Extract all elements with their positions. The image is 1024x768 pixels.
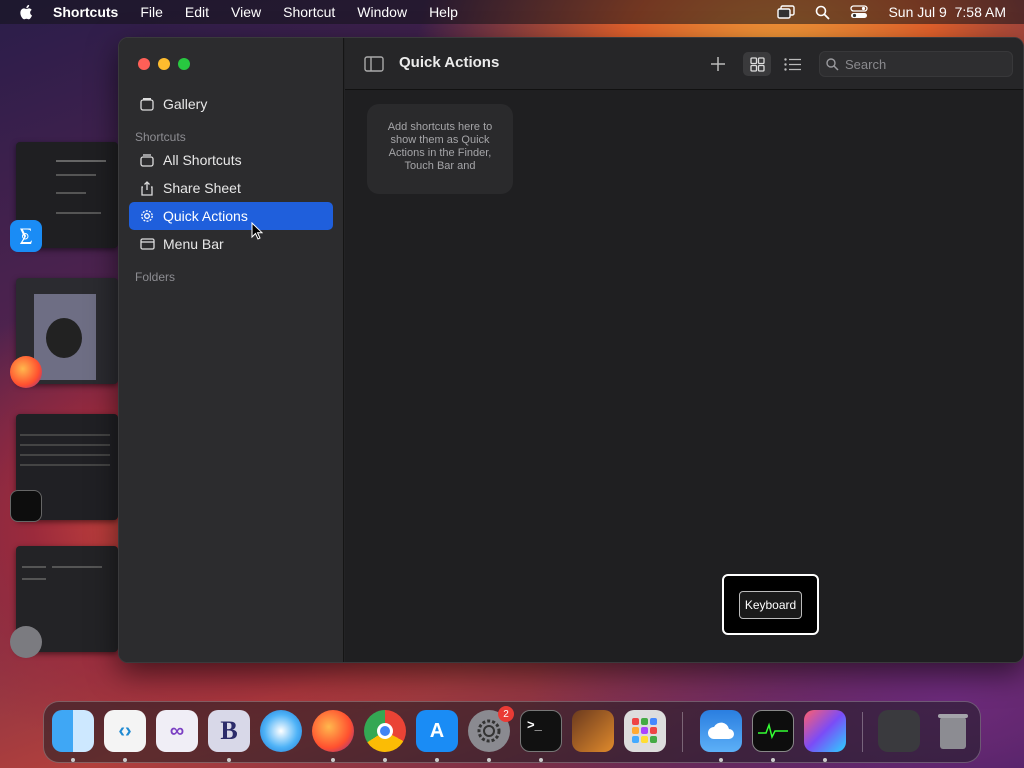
dock-garageband-icon[interactable] <box>572 710 614 752</box>
apple-menu-icon[interactable] <box>18 3 36 21</box>
system-settings-stage-icon[interactable] <box>10 626 42 658</box>
running-indicator <box>227 758 231 762</box>
dock-system-settings-icon[interactable]: 2 <box>468 706 514 752</box>
screen-mirroring-icon[interactable] <box>777 5 796 19</box>
mouse-cursor-icon <box>251 222 263 240</box>
app-store-stage-icon[interactable]: ⨊ <box>10 220 42 252</box>
gear-icon <box>477 719 501 743</box>
keyboard-hint-label: Keyboard <box>738 590 803 619</box>
dock-bbedit-icon[interactable]: B <box>208 710 250 752</box>
dock-terminal-icon[interactable]: >_ <box>520 710 562 752</box>
list-view-button[interactable] <box>781 53 803 75</box>
sidebar-item-label: All Shortcuts <box>163 152 242 168</box>
dock-separator <box>682 712 683 752</box>
gear-icon <box>139 208 155 224</box>
dock-downloads-stack-icon[interactable] <box>878 710 920 752</box>
running-indicator <box>771 758 775 762</box>
control-center-icon[interactable] <box>850 5 869 19</box>
sidebar-item-all-shortcuts[interactable]: All Shortcuts <box>129 146 333 174</box>
menu-app-name[interactable]: Shortcuts <box>53 4 118 20</box>
sidebar-item-label: Menu Bar <box>163 236 224 252</box>
dock: ‹› ∞ B A 2 >_ <box>43 701 981 763</box>
dock-shortcuts-icon[interactable] <box>804 710 846 752</box>
menu-bar: Shortcuts File Edit View Shortcut Window… <box>0 0 1024 24</box>
main-content: Quick Actions Add shortcuts here to show… <box>345 38 1023 662</box>
notification-badge: 2 <box>498 706 514 722</box>
plus-icon <box>711 57 725 71</box>
dock-chrome-icon[interactable] <box>364 710 406 752</box>
dock-launchpad-icon[interactable] <box>624 710 666 752</box>
sidebar-icon <box>364 56 384 72</box>
sidebar-item-gallery[interactable]: Gallery <box>129 90 333 118</box>
dock-safari-icon[interactable] <box>260 710 302 752</box>
search-icon <box>826 57 839 71</box>
dock-trash-icon[interactable] <box>932 710 974 752</box>
sidebar-item-quick-actions[interactable]: Quick Actions <box>129 202 333 230</box>
menu-clock[interactable]: Sun Jul 9 7:58 AM <box>888 4 1006 20</box>
empty-state-text: Add shortcuts here to show them as Quick… <box>387 121 493 172</box>
menu-file[interactable]: File <box>140 4 163 20</box>
sidebar: Gallery Shortcuts All Shortcuts Share Sh… <box>119 38 344 662</box>
menu-view[interactable]: View <box>231 4 261 20</box>
dock-activity-monitor-icon[interactable] <box>752 710 794 752</box>
grid-icon <box>749 56 765 72</box>
empty-state-card: Add shortcuts here to show them as Quick… <box>367 104 513 194</box>
shortcuts-window: Gallery Shortcuts All Shortcuts Share Sh… <box>118 37 1024 663</box>
dock-visual-studio-icon[interactable]: ∞ <box>156 710 198 752</box>
running-indicator <box>383 758 387 762</box>
running-indicator <box>487 758 491 762</box>
keyboard-hint-overlay: Keyboard <box>722 574 819 635</box>
search-input[interactable] <box>845 56 995 72</box>
menu-edit[interactable]: Edit <box>185 4 209 20</box>
running-indicator <box>435 758 439 762</box>
running-indicator <box>123 758 127 762</box>
section-header-shortcuts: Shortcuts <box>135 130 186 144</box>
dock-weather-icon[interactable] <box>700 710 742 752</box>
running-indicator <box>71 758 75 762</box>
sidebar-item-share-sheet[interactable]: Share Sheet <box>129 174 333 202</box>
dock-separator <box>862 712 863 752</box>
grid-view-button[interactable] <box>743 52 771 76</box>
toolbar: Quick Actions <box>345 38 1023 90</box>
page-title: Quick Actions <box>399 54 500 71</box>
cloud-icon <box>708 722 734 739</box>
dock-firefox-icon[interactable] <box>312 710 354 752</box>
stack-icon <box>139 152 155 168</box>
firefox-stage-icon[interactable] <box>10 356 42 388</box>
minimize-button[interactable] <box>158 58 170 70</box>
activity-monitor-stage-icon[interactable] <box>10 490 42 522</box>
running-indicator <box>331 758 335 762</box>
sidebar-item-label: Quick Actions <box>163 208 248 224</box>
zoom-button[interactable] <box>178 58 190 70</box>
running-indicator <box>539 758 543 762</box>
menu-window[interactable]: Window <box>357 4 407 20</box>
dock-vscode-icon[interactable]: ‹› <box>104 710 146 752</box>
running-indicator <box>719 758 723 762</box>
running-indicator <box>823 758 827 762</box>
search-field[interactable] <box>819 51 1013 77</box>
toggle-sidebar-button[interactable] <box>363 53 385 75</box>
dock-finder-icon[interactable] <box>52 710 94 752</box>
section-header-folders: Folders <box>135 270 176 284</box>
menubar-icon <box>139 236 155 252</box>
graph-icon <box>758 722 788 740</box>
gallery-icon <box>139 96 155 112</box>
trash-icon <box>938 714 968 749</box>
spotlight-search-icon[interactable] <box>815 5 831 20</box>
sidebar-item-label: Share Sheet <box>163 180 241 196</box>
sidebar-item-menu-bar[interactable]: Menu Bar <box>129 230 333 258</box>
add-shortcut-button[interactable] <box>707 53 729 75</box>
launchpad-grid-icon <box>632 718 657 743</box>
share-icon <box>139 180 155 196</box>
menu-help[interactable]: Help <box>429 4 458 20</box>
close-button[interactable] <box>138 58 150 70</box>
sidebar-item-label: Gallery <box>163 96 208 112</box>
dock-app-store-icon[interactable]: A <box>416 710 458 752</box>
list-icon <box>783 57 801 71</box>
menu-shortcut[interactable]: Shortcut <box>283 4 335 20</box>
